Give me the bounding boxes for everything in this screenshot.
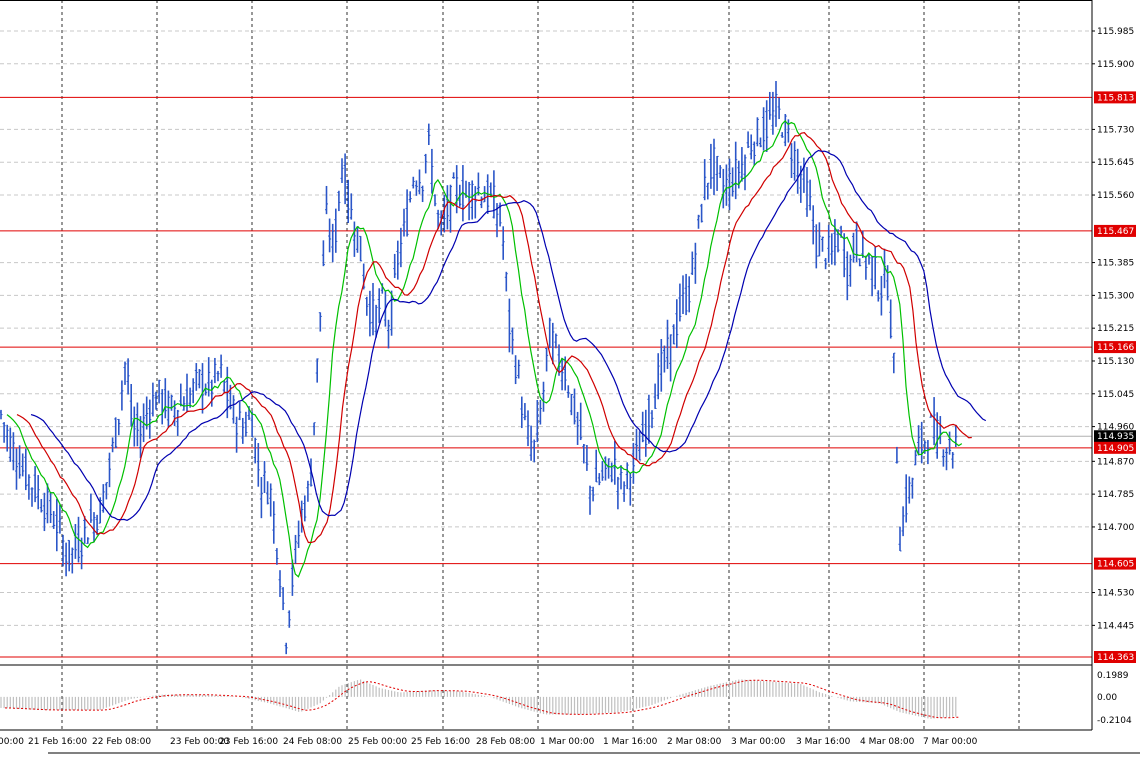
time-tick-label: 3 Mar 16:00 — [796, 737, 851, 747]
level-price-label: 114.605 — [1097, 560, 1134, 570]
price-tick-label: 115.130 — [1097, 357, 1134, 367]
time-tick-label: 21 Feb 16:00 — [28, 737, 87, 747]
time-tick-label: 22 Feb 08:00 — [92, 737, 151, 747]
price-tick-label: 114.870 — [1097, 457, 1134, 467]
level-price-label: 115.467 — [1097, 227, 1134, 237]
time-tick-label: 2 Mar 08:00 — [667, 737, 722, 747]
time-tick-label: 1 Mar 16:00 — [603, 737, 658, 747]
price-tick-label: 115.215 — [1097, 324, 1134, 334]
price-tick-label: 114.700 — [1097, 523, 1134, 533]
time-axis-labels: 00:00 21 Feb 16:00 22 Feb 08:00 23 Feb 00:0… — [0, 737, 978, 747]
price-chart[interactable]: 115.985 115.900 115.813 115.730 115.645 115.5… — [0, 0, 1140, 757]
price-tick-label: 115.045 — [1097, 390, 1134, 400]
level-price-label: 115.166 — [1097, 343, 1134, 353]
oscillator-tick-label: -0.2104 — [1097, 716, 1132, 726]
time-tick-label: 25 Feb 00:00 — [348, 737, 407, 747]
current-price-label: 114.935 — [1097, 432, 1134, 442]
time-tick-label: 1 Mar 00:00 — [540, 737, 595, 747]
level-price-label: 114.905 — [1097, 444, 1134, 454]
price-tick-label: 114.530 — [1097, 589, 1134, 599]
time-tick-label: 4 Mar 08:00 — [860, 737, 915, 747]
time-tick-label: 00:00 — [0, 737, 24, 747]
price-tick-label: 114.445 — [1097, 621, 1134, 631]
price-tick-label: 115.645 — [1097, 158, 1134, 168]
price-tick-label: 114.785 — [1097, 490, 1134, 500]
oscillator-tick-label: 0.00 — [1097, 693, 1117, 703]
time-tick-label: 24 Feb 08:00 — [283, 737, 342, 747]
price-tick-label: 115.900 — [1097, 60, 1134, 70]
price-tick-label: 115.300 — [1097, 291, 1134, 301]
chart-background — [0, 0, 1140, 757]
price-tick-label: 115.985 — [1097, 27, 1134, 37]
time-tick-label: 7 Mar 00:00 — [923, 737, 978, 747]
time-tick-label: 3 Mar 00:00 — [731, 737, 786, 747]
oscillator-tick-label: 0.1989 — [1097, 671, 1129, 681]
price-tick-label: 115.560 — [1097, 191, 1134, 201]
price-tick-label: 115.730 — [1097, 125, 1134, 135]
level-price-label: 114.363 — [1097, 653, 1134, 663]
level-price-label: 115.813 — [1097, 93, 1134, 103]
time-tick-label: 28 Feb 08:00 — [476, 737, 535, 747]
time-tick-label: 25 Feb 16:00 — [411, 737, 470, 747]
price-tick-label: 115.385 — [1097, 259, 1134, 269]
time-tick-label: 23 Feb 16:00 — [219, 737, 278, 747]
